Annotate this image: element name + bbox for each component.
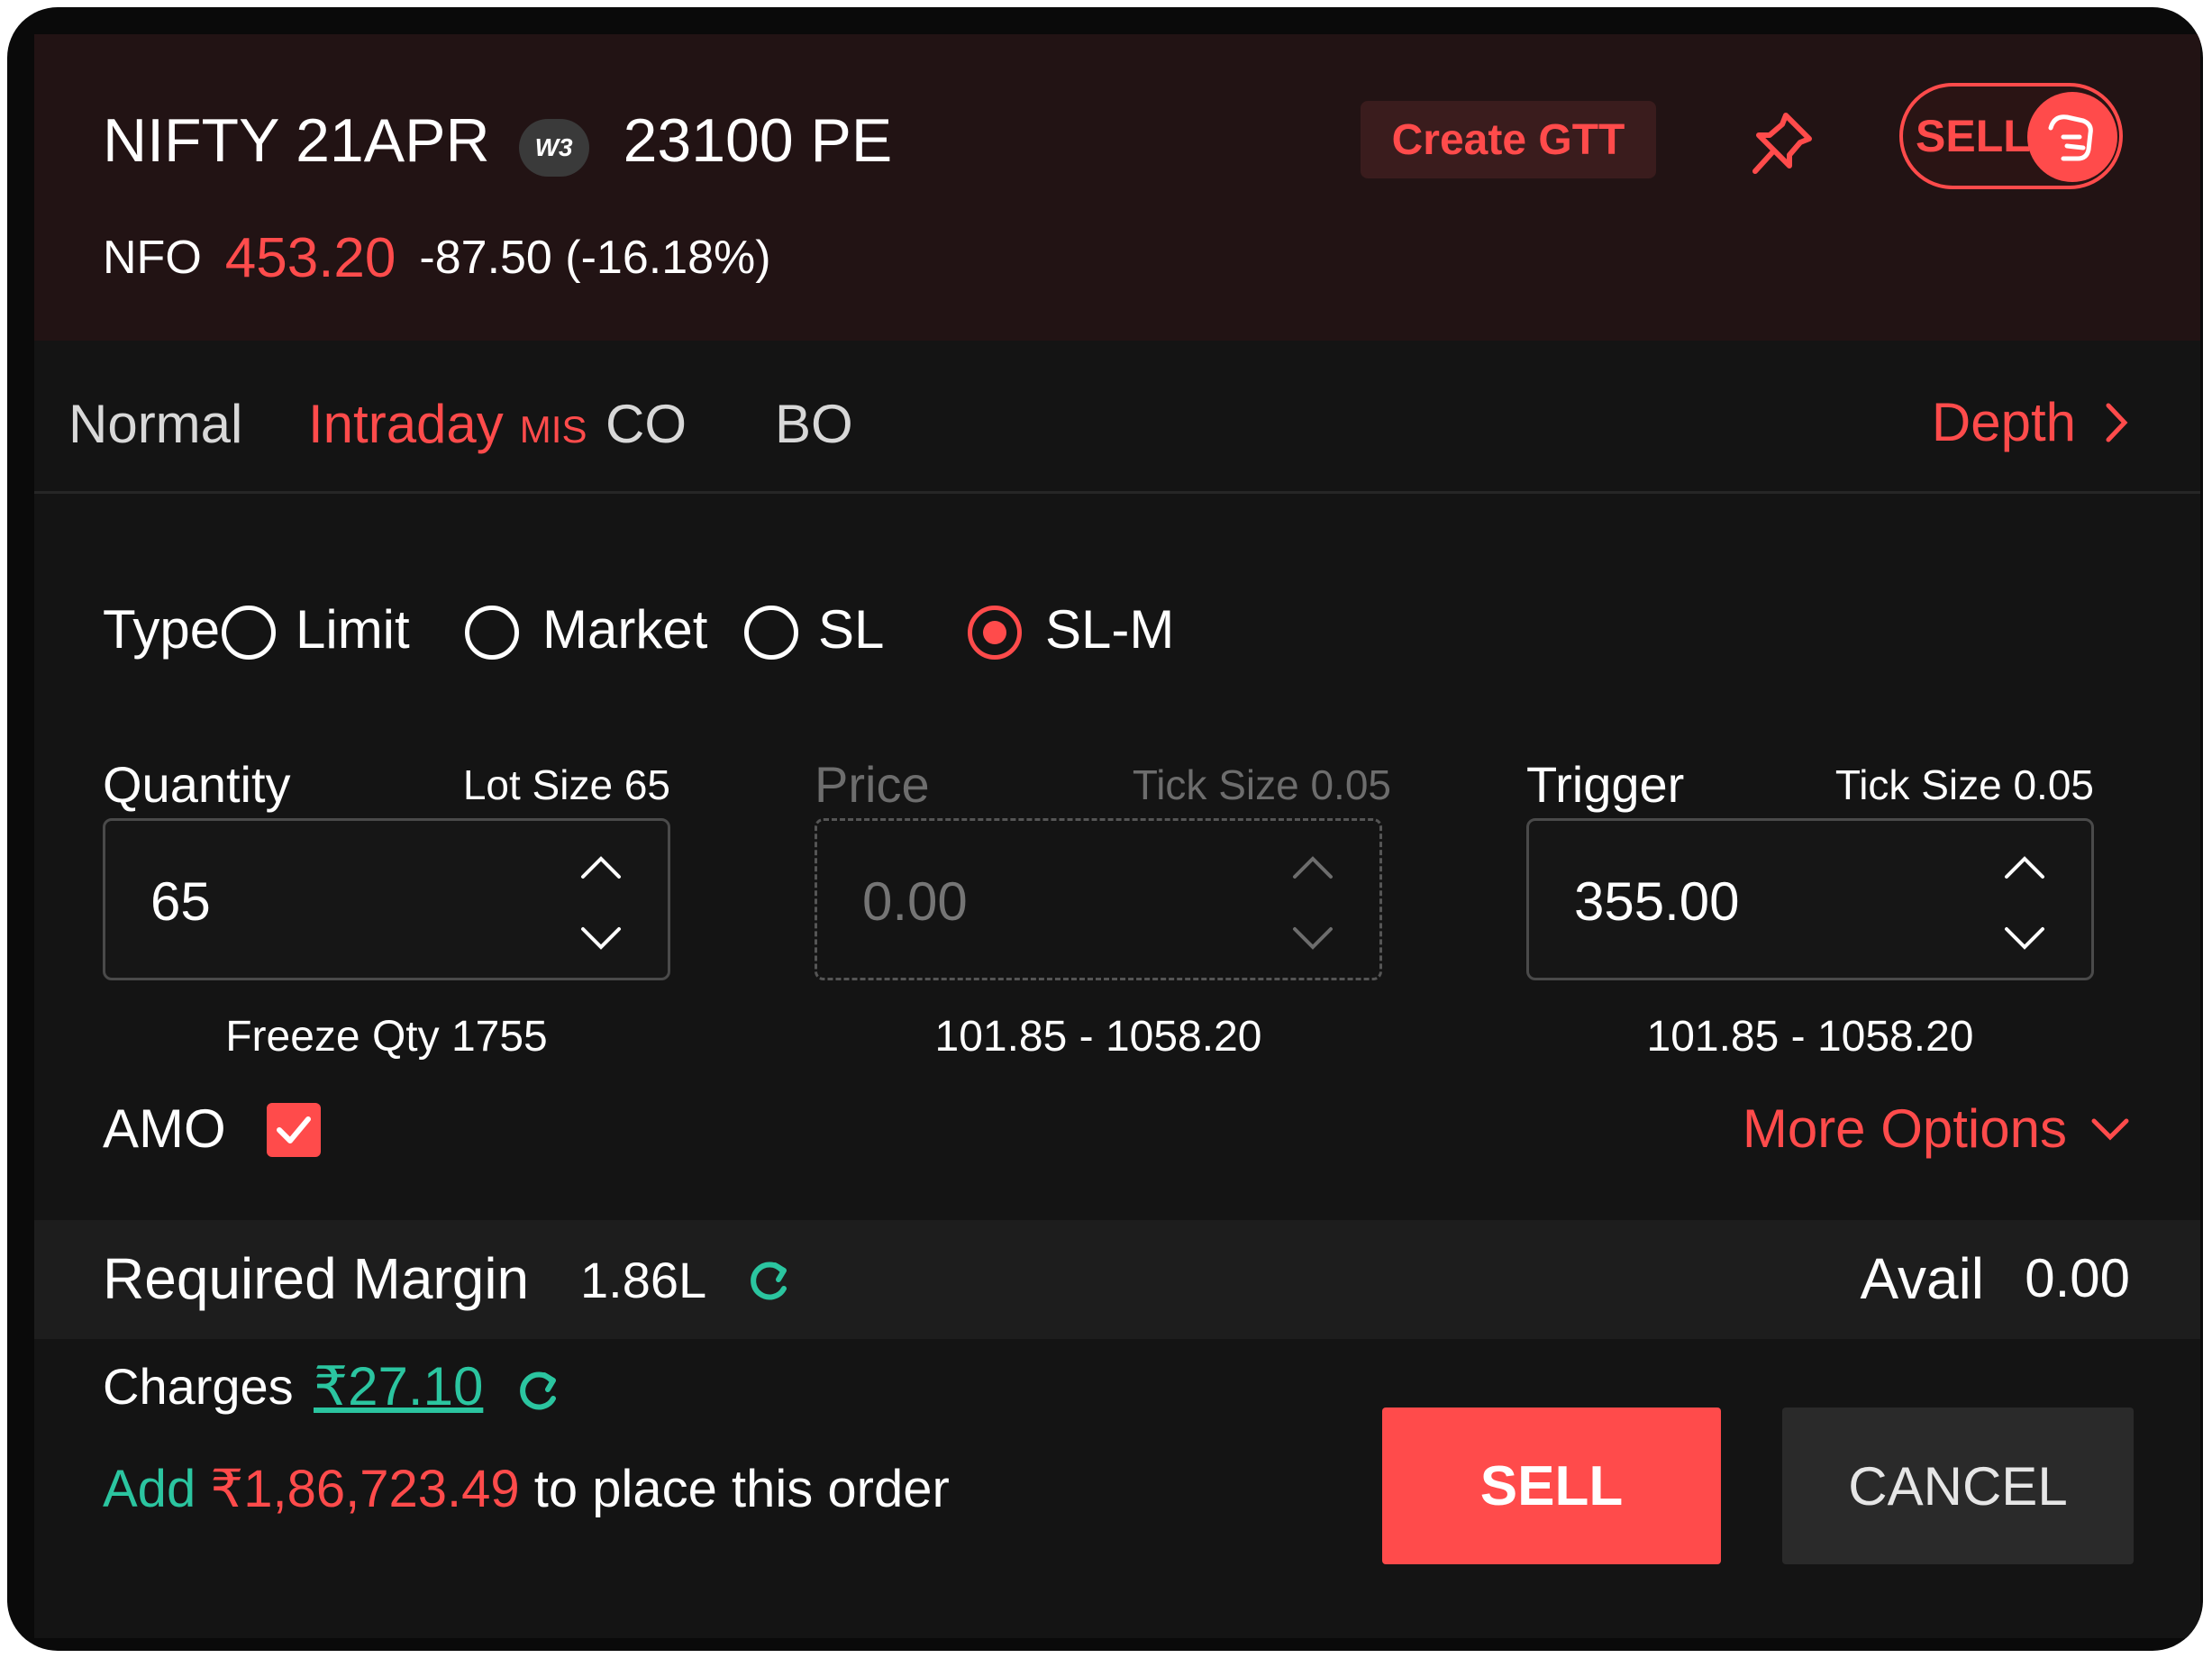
charges-label: Charges	[103, 1358, 294, 1415]
chevron-down-icon[interactable]	[574, 911, 628, 965]
depth-link[interactable]: Depth	[1932, 391, 2130, 453]
exchange-label: NFO	[103, 232, 202, 284]
buy-sell-toggle[interactable]: SELL	[1899, 83, 2123, 189]
freeze-qty-note: Freeze Qty 1755	[225, 1013, 548, 1061]
radio-label-sl-m[interactable]: SL-M	[1045, 598, 1174, 660]
chevron-right-icon	[2106, 403, 2128, 442]
chevron-down-icon	[1293, 927, 1333, 950]
price-change: -87.50 (-16.18%)	[419, 232, 771, 284]
radio-label-limit[interactable]: Limit	[296, 598, 410, 660]
weekly-badge: W3	[518, 119, 589, 177]
chevron-down-icon	[2091, 1118, 2129, 1141]
tab-label: Normal	[68, 394, 243, 454]
price-range: 101.85 - 1058.20	[934, 1013, 1262, 1061]
shortfall-message: Add ₹1,86,723.49 to place this order	[103, 1458, 950, 1519]
tab-co[interactable]: CO	[605, 393, 687, 455]
add-funds-word: Add	[103, 1460, 196, 1518]
chevron-down-icon[interactable]	[1998, 911, 2052, 965]
margin-bar: Required Margin 1.86L Avail 0.00	[34, 1220, 2200, 1339]
radio-label-market[interactable]: Market	[542, 598, 707, 660]
radio-sl-m[interactable]	[968, 606, 1022, 660]
radio-market[interactable]	[465, 606, 519, 660]
instrument-symbol: NIFTY 21APR	[103, 106, 490, 175]
order-type-label: Type	[103, 599, 221, 660]
amo-checkbox[interactable]	[267, 1103, 321, 1157]
more-options-toggle[interactable]: More Options	[1743, 1098, 2130, 1160]
tab-label: Intraday	[308, 394, 504, 454]
checkmark-icon	[277, 1116, 311, 1143]
price-tick-size: Tick Size 0.05	[1132, 761, 1391, 808]
order-type-group: Type Limit Market SL SL-M	[103, 584, 2130, 674]
chevron-up-icon	[1293, 856, 1333, 879]
more-options-label: More Options	[1742, 1098, 2067, 1159]
price-input[interactable]	[860, 857, 1243, 945]
charges-value-link[interactable]: ₹27.10	[314, 1355, 483, 1418]
required-margin-label: Required Margin	[103, 1246, 530, 1311]
hand-icon	[2048, 114, 2093, 161]
trigger-tick-size: Tick Size 0.05	[1834, 761, 2094, 808]
pin-icon[interactable]	[1744, 108, 1816, 180]
product-tabs: Normal Intraday MIS CO BO Depth	[34, 341, 2200, 494]
price-field	[815, 818, 1382, 980]
tab-sub-label: MIS	[519, 408, 587, 451]
toggle-knob	[2027, 92, 2117, 182]
order-window: NIFTY 21APR W3 23100 PE NFO 453.20 -87.5…	[7, 7, 2203, 1651]
trigger-label: Trigger	[1526, 756, 1685, 813]
tab-label: BO	[775, 394, 853, 454]
required-margin-value: 1.86L	[580, 1252, 707, 1308]
create-gtt-button[interactable]: Create GTT	[1361, 101, 1656, 178]
instrument-title: NIFTY 21APR W3 23100 PE	[103, 96, 892, 186]
avail-label: Avail	[1860, 1246, 1984, 1311]
trigger-input[interactable]	[1572, 857, 1954, 945]
sell-button[interactable]: SELL	[1382, 1407, 1721, 1564]
radio-sl[interactable]	[744, 606, 798, 660]
tab-intraday[interactable]: Intraday MIS	[308, 393, 587, 455]
toggle-label: SELL	[1916, 111, 2031, 161]
chevron-up-icon[interactable]	[1998, 841, 2052, 895]
quote-line: NFO 453.20 -87.50 (-16.18%)	[103, 222, 771, 294]
chevron-up-icon[interactable]	[574, 841, 628, 895]
order-panel: NIFTY 21APR W3 23100 PE NFO 453.20 -87.5…	[34, 34, 2200, 1638]
refresh-icon[interactable]	[742, 1256, 793, 1307]
price-label: Price	[815, 756, 930, 813]
avail-value: 0.00	[2025, 1248, 2130, 1308]
radio-label-sl[interactable]: SL	[818, 598, 884, 660]
quantity-field	[103, 818, 670, 980]
tab-label: CO	[605, 394, 687, 454]
cancel-button[interactable]: CANCEL	[1782, 1407, 2134, 1564]
radio-limit[interactable]	[222, 606, 276, 660]
amo-label: AMO	[103, 1098, 226, 1159]
refresh-icon[interactable]	[512, 1366, 562, 1417]
trigger-range: 101.85 - 1058.20	[1646, 1013, 1974, 1061]
shortfall-amount: ₹1,86,723.49	[210, 1460, 520, 1518]
lot-size-label: Lot Size 65	[462, 761, 670, 808]
trigger-field	[1526, 818, 2094, 980]
depth-label: Depth	[1931, 392, 2076, 452]
order-header: NIFTY 21APR W3 23100 PE NFO 453.20 -87.5…	[34, 34, 2200, 341]
quantity-label: Quantity	[103, 756, 291, 813]
tab-normal[interactable]: Normal	[68, 393, 242, 455]
last-price: 453.20	[224, 226, 396, 289]
shortfall-suffix: to place this order	[533, 1460, 950, 1518]
instrument-strike: 23100 PE	[623, 106, 893, 175]
quantity-input[interactable]	[149, 857, 531, 945]
tab-bo[interactable]: BO	[775, 393, 853, 455]
